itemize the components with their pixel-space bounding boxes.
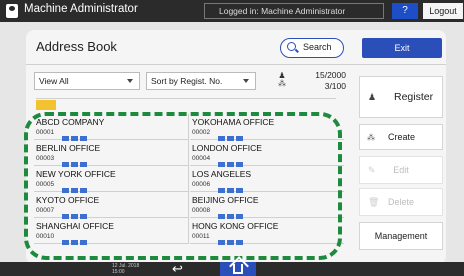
search-button-label: Search: [303, 42, 332, 52]
destination-icons: [218, 128, 248, 141]
address-list: ABCD COMPANY 00001 YOKOHAMA OFFICE 00002…: [24, 112, 344, 260]
home-icon: [233, 264, 243, 274]
top-status-bar: Machine Administrator Logged in: Machine…: [0, 0, 464, 22]
address-entry[interactable]: KYOTO OFFICE 00007: [34, 192, 188, 219]
date-time: 12 Jul. 2018 15:00: [112, 263, 139, 275]
group-add-icon: ⁂: [367, 133, 375, 142]
page-counter: 15/2000: [315, 70, 346, 80]
chevron-down-icon: [127, 79, 133, 83]
destination-icons: [218, 232, 248, 245]
pencil-icon: ✎: [368, 165, 376, 175]
address-entry[interactable]: NEW YORK OFFICE 00005: [34, 166, 188, 193]
address-entry[interactable]: BERLIN OFFICE 00003: [34, 140, 188, 167]
back-arrow-icon[interactable]: ↩: [172, 261, 183, 276]
login-status: Logged in: Machine Administrator: [204, 3, 384, 19]
chevron-down-icon: [243, 79, 249, 83]
view-filter-value: View All: [39, 76, 69, 86]
register-button[interactable]: ♟ Register: [359, 76, 443, 118]
entry-number: 00007: [36, 207, 55, 214]
address-entry[interactable]: BEIJING OFFICE 00008: [190, 192, 344, 219]
sort-select[interactable]: Sort by Regist. No.: [146, 72, 256, 90]
entry-name: KYOTO OFFICE: [36, 195, 100, 205]
management-button[interactable]: Management: [359, 222, 443, 250]
destination-icons: [62, 232, 92, 245]
sort-value: Sort by Regist. No.: [151, 76, 223, 86]
destination-icons: [218, 206, 248, 219]
user-name: Machine Administrator: [24, 3, 138, 15]
view-filter-select[interactable]: View All: [34, 72, 140, 90]
address-book-panel: Address Book Search Exit View All Sort b…: [24, 30, 446, 264]
address-entry[interactable]: LOS ANGELES 00006: [190, 166, 344, 193]
destination-icons: [218, 154, 248, 167]
trash-icon: 🗑: [368, 197, 380, 207]
page-title: Address Book: [36, 39, 117, 54]
user-icon: [6, 4, 18, 18]
entry-number: 00002: [192, 129, 211, 136]
entry-name: BEIJING OFFICE: [192, 195, 259, 205]
delete-button[interactable]: 🗑 Delete: [359, 188, 443, 216]
destination-icons: [62, 128, 92, 141]
entry-number: 00003: [36, 155, 55, 162]
address-entry[interactable]: YOKOHAMA OFFICE 00002: [190, 114, 344, 141]
create-group-button[interactable]: ⁂ Create Group: [359, 124, 443, 166]
destination-icons: [62, 154, 92, 167]
entry-name: HONG KONG OFFICE: [192, 221, 279, 231]
entry-name: YOKOHAMA OFFICE: [192, 117, 275, 127]
help-button[interactable]: ?: [392, 3, 418, 19]
entry-number: 00010: [36, 233, 55, 240]
entry-number: 00008: [192, 207, 211, 214]
entry-name: ABCD COMPANY: [36, 117, 105, 127]
exit-button[interactable]: Exit: [362, 38, 442, 58]
destination-icons: [62, 206, 92, 219]
energy-saver-icon[interactable]: ☾: [455, 3, 464, 16]
destination-icons: [218, 180, 248, 193]
address-entry[interactable]: HONG KONG OFFICE 00011: [190, 218, 344, 245]
search-button[interactable]: Search: [280, 38, 344, 58]
entry-number: 00006: [192, 181, 211, 188]
edit-label: Edit: [393, 165, 409, 175]
register-label: Register: [394, 91, 434, 103]
index-tab-selected[interactable]: [36, 100, 56, 110]
entry-counter: 15/2000 3/100: [296, 70, 346, 92]
entry-number: 00004: [192, 155, 211, 162]
entry-name: LOS ANGELES: [192, 169, 252, 179]
address-entry[interactable]: LONDON OFFICE 00004: [190, 140, 344, 167]
person-add-icon: ♟: [368, 92, 377, 102]
search-icon: [287, 42, 296, 51]
destination-icons: [62, 180, 92, 193]
total-counter: 3/100: [324, 81, 346, 91]
home-button[interactable]: [220, 262, 256, 276]
address-entry[interactable]: ABCD COMPANY 00001: [34, 114, 188, 141]
edit-button[interactable]: ✎ Edit: [359, 156, 443, 184]
bottom-bar: 12 Jul. 2018 15:00 ↩: [0, 261, 464, 276]
time-text: 15:00: [112, 269, 125, 275]
entry-name: LONDON OFFICE: [192, 143, 262, 153]
entry-number: 00005: [36, 181, 55, 188]
address-entry[interactable]: SHANGHAI OFFICE 00010: [34, 218, 188, 245]
column-divider: [188, 114, 189, 244]
header-divider: [26, 64, 446, 65]
entry-number: 00001: [36, 129, 55, 136]
list-divider: [36, 98, 336, 99]
entry-name: BERLIN OFFICE: [36, 143, 101, 153]
entry-name: NEW YORK OFFICE: [36, 169, 116, 179]
entry-number: 00011: [192, 233, 210, 240]
delete-label: Delete: [387, 197, 414, 207]
entry-name: SHANGHAI OFFICE: [36, 221, 114, 231]
entries-count-icon: ♟ ⁂: [278, 71, 286, 88]
